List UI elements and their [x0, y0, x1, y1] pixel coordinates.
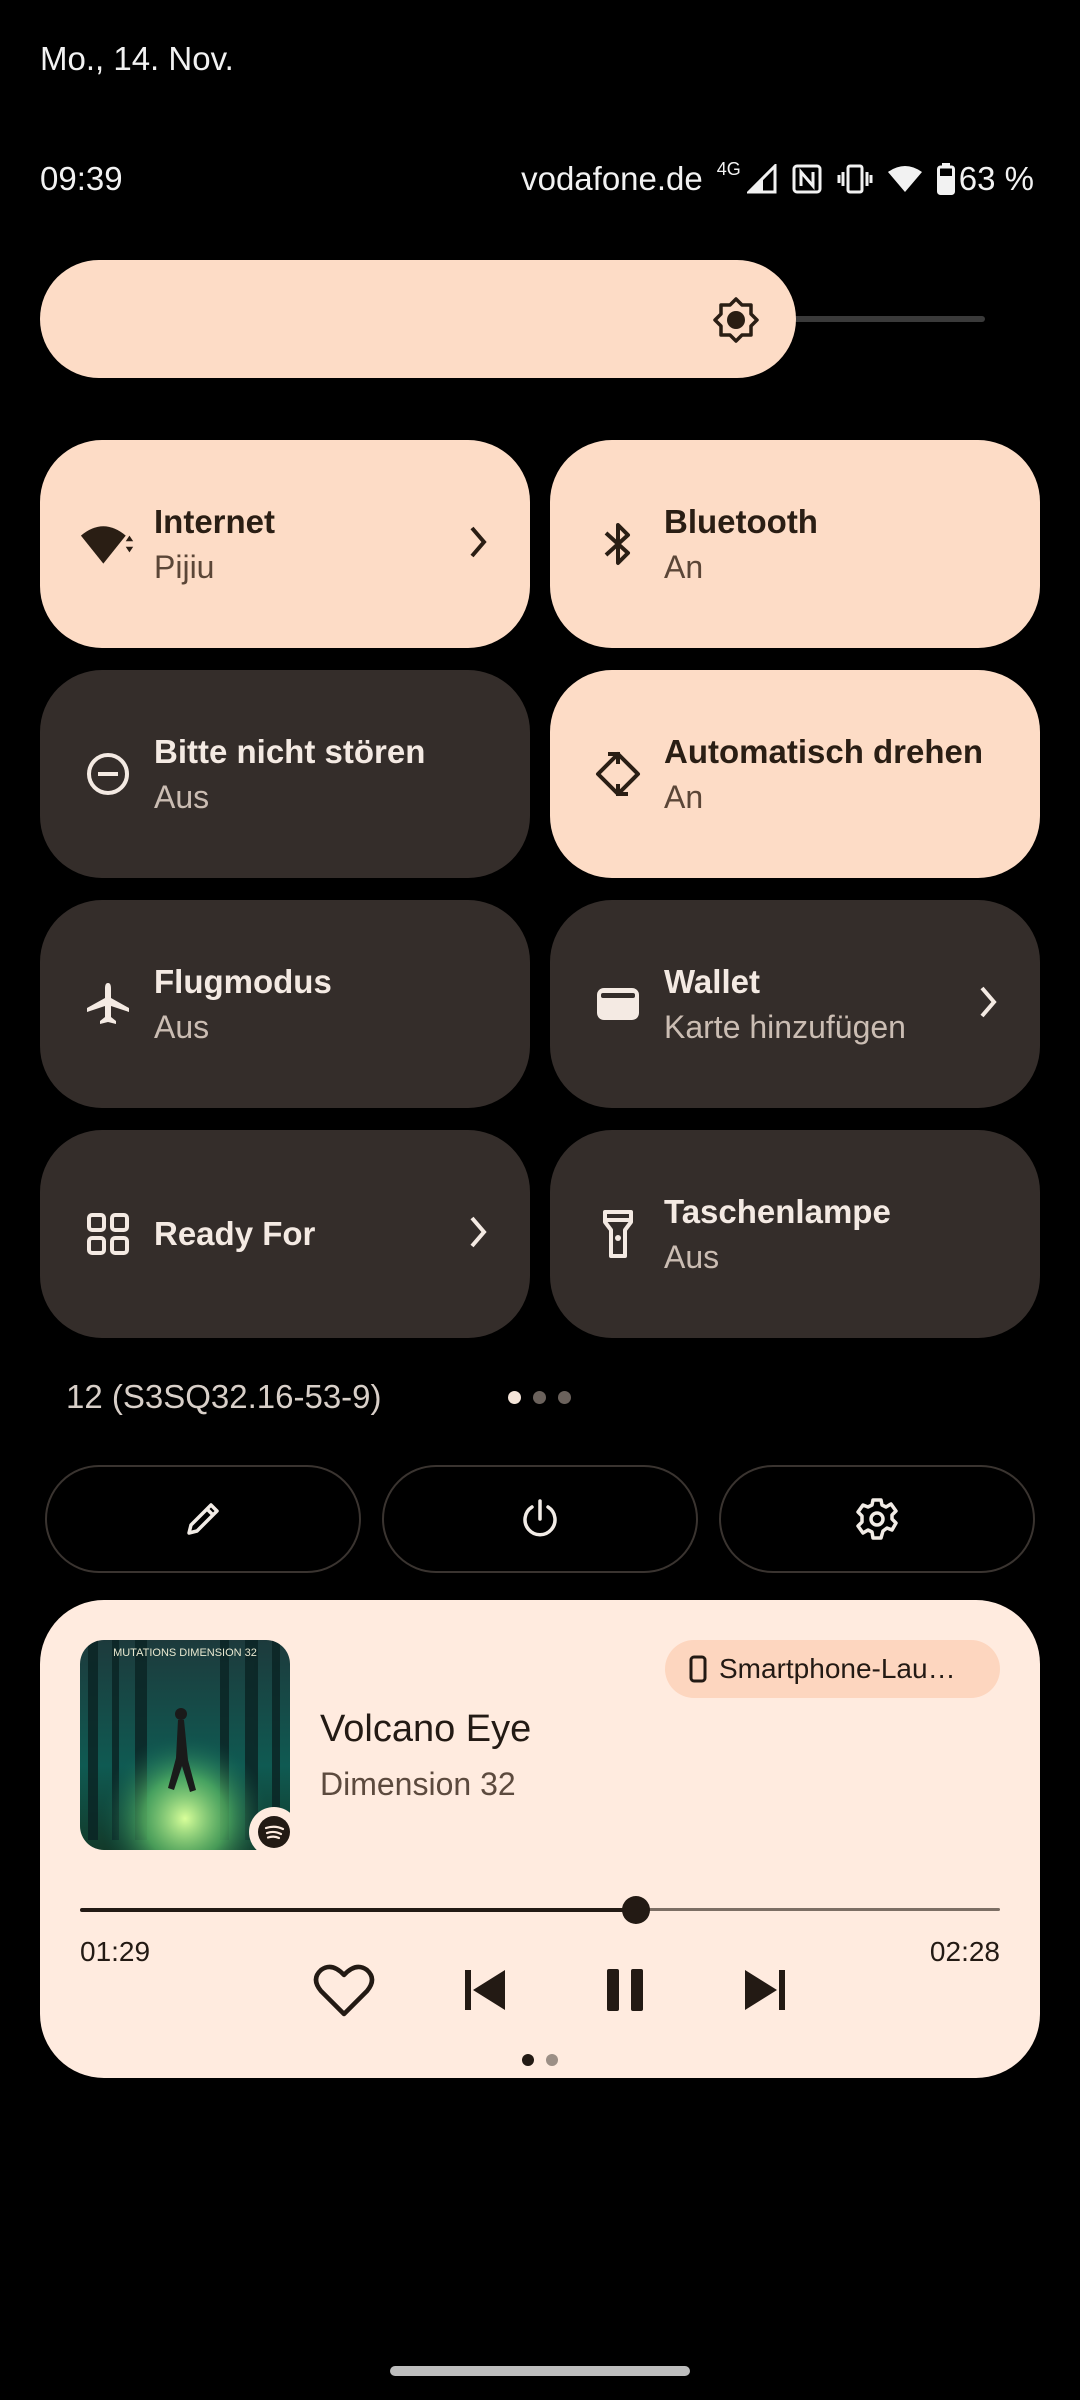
home-gesture-bar[interactable] — [390, 2366, 690, 2376]
tile-title: Taschenlampe — [664, 1192, 891, 1230]
build-number[interactable]: 12 (S3SQ32.16-53-9) — [66, 1378, 382, 1416]
spotify-icon — [249, 1807, 299, 1857]
clock: 09:39 — [40, 160, 123, 197]
seek-played — [80, 1908, 636, 1912]
do-not-disturb-icon — [80, 746, 136, 802]
seek-thumb[interactable] — [622, 1896, 650, 1924]
chevron-right-icon — [470, 1216, 487, 1248]
battery-percent: 63 % — [958, 160, 1034, 197]
tile-internet[interactable]: Internet Pijiu — [40, 440, 530, 648]
date-label: Mo., 14. Nov. — [40, 40, 234, 77]
edit-button[interactable] — [45, 1465, 361, 1573]
status-icons: vodafone.de 4G 63 % — [521, 156, 1034, 202]
flashlight-icon — [590, 1206, 646, 1262]
tile-subtitle: Aus — [154, 778, 210, 815]
tile-subtitle: An — [664, 778, 704, 815]
power-icon — [523, 1499, 557, 1537]
tile-subtitle: Aus — [664, 1238, 720, 1275]
airplane-icon — [80, 976, 136, 1032]
auto-rotate-icon — [590, 746, 646, 802]
output-device-label: Smartphone-Lau… — [719, 1653, 956, 1684]
wallet-icon — [590, 976, 646, 1032]
total-duration: 02:28 — [929, 1936, 1000, 1967]
skip-next-icon — [745, 1970, 785, 2010]
tile-title: Internet — [154, 502, 276, 540]
tile-subtitle: An — [664, 548, 704, 585]
carrier-label: vodafone.de — [521, 160, 703, 197]
tile-title: Flugmodus — [154, 962, 332, 1000]
previous-button[interactable] — [445, 1950, 525, 2030]
tile-airplane-mode[interactable]: Flugmodus Aus — [40, 900, 530, 1108]
media-page-indicator — [522, 2054, 558, 2066]
tile-bluetooth[interactable]: Bluetooth An — [550, 440, 1040, 648]
smartphone-icon — [689, 1655, 707, 1683]
brightness-slider[interactable] — [40, 260, 985, 378]
page-dot — [508, 1391, 521, 1404]
tile-subtitle: Pijiu — [154, 548, 215, 585]
track-artist: Dimension 32 — [320, 1766, 516, 1802]
tile-title: Wallet — [664, 962, 760, 1000]
ready-for-icon — [80, 1206, 136, 1262]
page-dot — [533, 1391, 546, 1404]
pause-button[interactable] — [585, 1950, 665, 2030]
tile-title: Bitte nicht stören — [154, 732, 426, 770]
tile-flashlight[interactable]: Taschenlampe Aus — [550, 1130, 1040, 1338]
chevron-right-icon — [470, 526, 487, 558]
page-dot — [546, 2054, 558, 2066]
pencil-icon — [187, 1503, 219, 1535]
tile-title: Bluetooth — [664, 502, 818, 540]
wifi-icon — [80, 516, 136, 572]
skip-previous-icon — [465, 1970, 505, 2010]
network-type-label: 4G — [716, 158, 741, 179]
elapsed-time: 01:29 — [80, 1936, 151, 1967]
brightness-fill — [40, 260, 796, 378]
tile-wallet[interactable]: Wallet Karte hinzufügen — [550, 900, 1040, 1108]
page-indicator — [508, 1391, 571, 1404]
wifi-status-icon — [887, 164, 923, 194]
page-dot — [558, 1391, 571, 1404]
media-player[interactable]: MUTATIONS DIMENSION 32 Smartphone-Lau… V… — [40, 1600, 1040, 2078]
tile-title: Ready For — [154, 1215, 316, 1252]
nfc-icon — [791, 163, 823, 195]
power-button[interactable] — [382, 1465, 698, 1573]
album-art-text: MUTATIONS DIMENSION 32 — [113, 1647, 257, 1659]
vibrate-icon — [837, 163, 873, 195]
tile-title: Automatisch drehen — [664, 732, 984, 770]
output-device-chip[interactable]: Smartphone-Lau… — [665, 1640, 1000, 1698]
tile-do-not-disturb[interactable]: Bitte nicht stören Aus — [40, 670, 530, 878]
tile-subtitle: Aus — [154, 1008, 210, 1045]
track-title: Volcano Eye — [320, 1708, 532, 1750]
next-button[interactable] — [725, 1950, 805, 2030]
heart-icon — [313, 1964, 375, 2017]
page-dot — [522, 2054, 534, 2066]
chevron-right-icon — [980, 986, 997, 1018]
brightness-icon — [712, 296, 760, 344]
signal-icon — [746, 164, 777, 194]
settings-button[interactable] — [719, 1465, 1035, 1573]
tile-subtitle: Karte hinzufügen — [664, 1008, 906, 1045]
tile-auto-rotate[interactable]: Automatisch drehen An — [550, 670, 1040, 878]
battery-icon — [936, 163, 955, 195]
gear-icon — [856, 1498, 898, 1540]
like-button[interactable] — [304, 1950, 384, 2030]
pause-icon — [607, 1969, 643, 2011]
seek-remaining — [636, 1908, 1000, 1911]
tile-ready-for[interactable]: Ready For — [40, 1130, 530, 1338]
seek-bar[interactable] — [80, 1896, 1000, 1924]
bluetooth-icon — [590, 516, 646, 572]
